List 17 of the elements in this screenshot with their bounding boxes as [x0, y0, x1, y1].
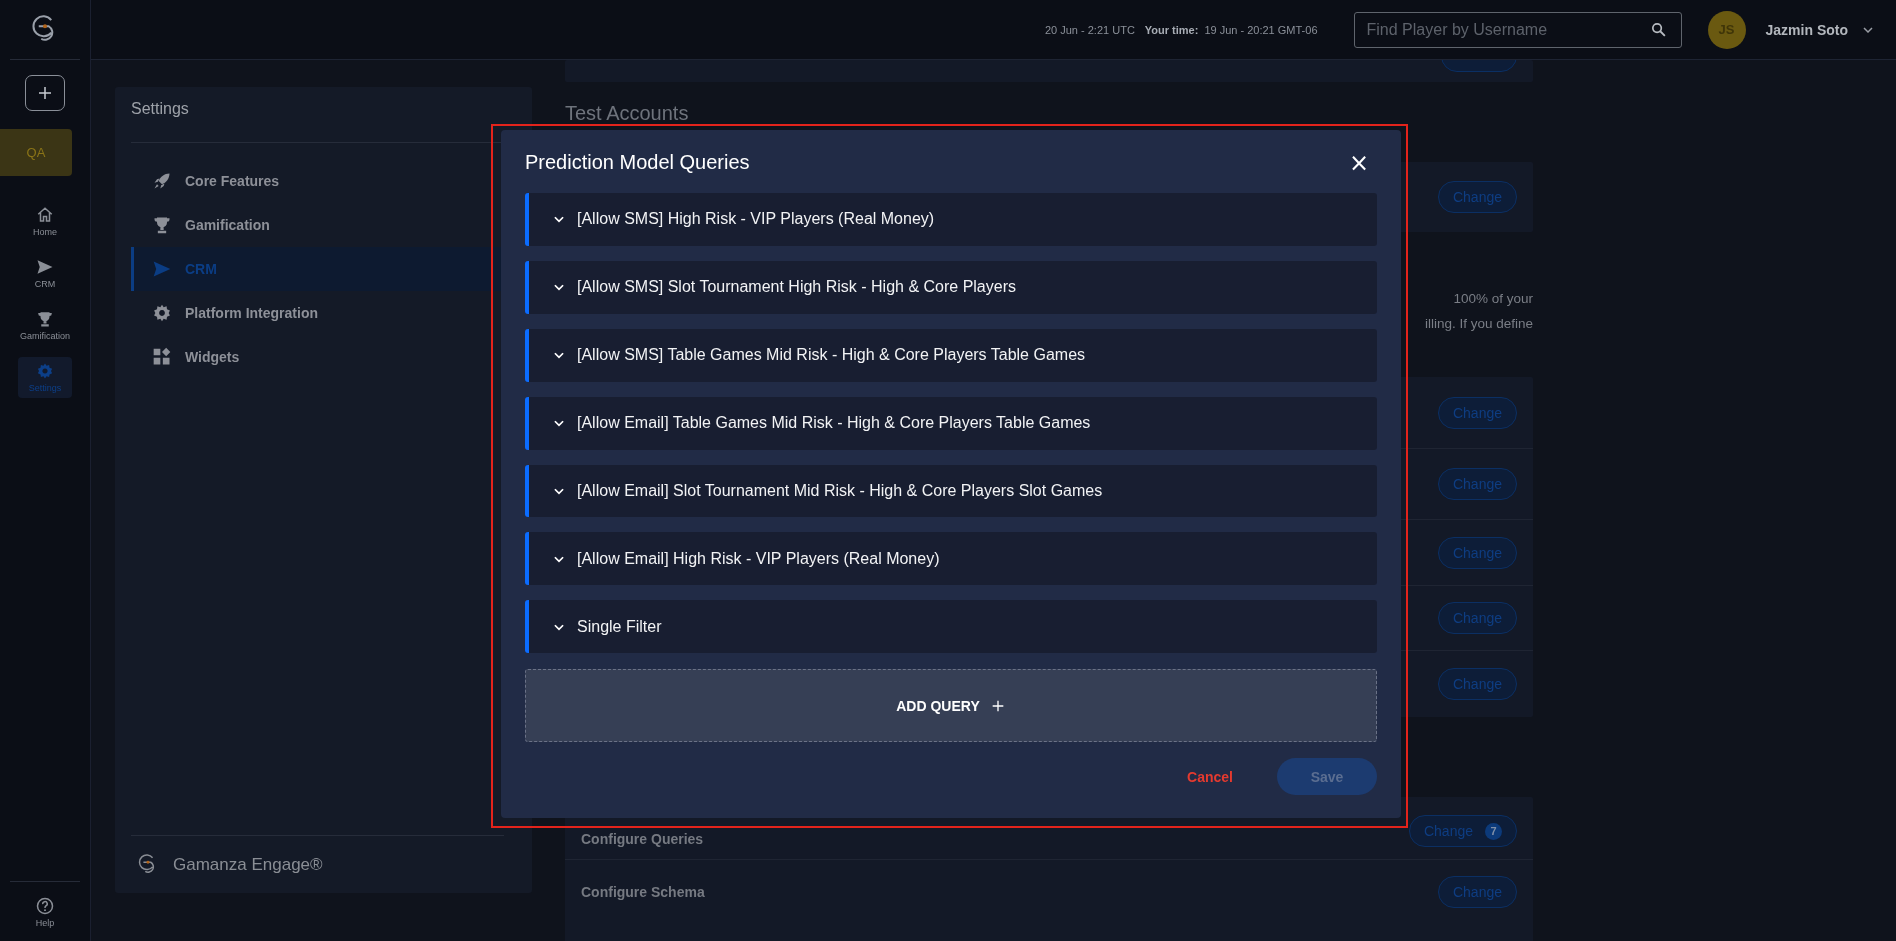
nav-label: Gamification — [20, 331, 70, 341]
setting-label: Configure Schema — [581, 883, 705, 900]
section-heading: Test Accounts — [565, 101, 690, 126]
server-time: 20 Jun - 2:21 UTC — [1044, 23, 1135, 36]
description-text: illing. If you define — [1424, 315, 1533, 333]
local-time: 19 Jun - 20:21 GMT-06 — [1204, 23, 1318, 36]
nav-label: Home — [33, 227, 57, 237]
brand-name: Gamanza Engage® — [173, 854, 323, 875]
environment-badge: QA — [0, 129, 72, 176]
description-text: 100% of your — [1453, 290, 1533, 308]
nav-label: CRM — [34, 279, 56, 289]
time-label: Your time: — [1144, 23, 1199, 36]
setting-label: Configure Queries — [581, 831, 704, 847]
modal-title: Prediction Model Queries — [525, 151, 750, 175]
help-label: Help — [35, 918, 55, 928]
nav-label: Settings — [28, 383, 62, 393]
count-badge: 7 — [1485, 822, 1502, 840]
